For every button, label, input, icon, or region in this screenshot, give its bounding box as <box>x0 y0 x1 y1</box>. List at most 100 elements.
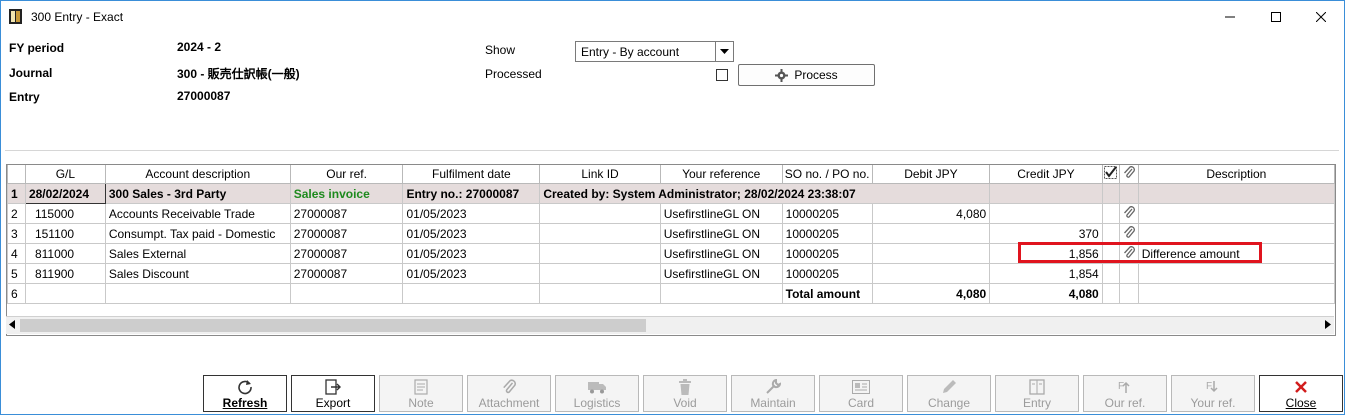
cell-fulfilment-date[interactable]: 01/05/2023 <box>402 223 541 244</box>
cell-link-id[interactable] <box>539 263 661 284</box>
cell-empty[interactable] <box>402 283 541 304</box>
col-header-gl[interactable]: G/L <box>24 165 106 184</box>
cell-our-ref[interactable]: 27000087 <box>289 243 404 264</box>
logistics-button[interactable]: Logistics <box>555 375 639 412</box>
cell-empty[interactable] <box>659 283 783 304</box>
export-button[interactable]: Export <box>291 375 375 412</box>
entry-button[interactable]: Entry <box>995 375 1079 412</box>
maximize-button[interactable] <box>1253 1 1299 32</box>
col-header-so-po-no[interactable]: SO no. / PO no. <box>781 165 873 184</box>
cell-attachment[interactable] <box>1118 223 1139 244</box>
cell-so-po-no[interactable]: 10000205 <box>781 223 873 244</box>
cell-your-reference[interactable]: UsefirstlineGL ON <box>659 263 783 284</box>
cell-empty[interactable] <box>539 283 661 304</box>
minimize-button[interactable] <box>1207 1 1253 32</box>
cell-description[interactable] <box>1137 223 1336 244</box>
cell-check[interactable] <box>1101 223 1120 244</box>
cell-date[interactable]: 28/02/2024 <box>24 183 106 204</box>
col-header-attachment[interactable] <box>1118 165 1139 184</box>
col-header-account-description[interactable]: Account description <box>104 165 291 184</box>
cell-so-po-no[interactable]: 10000205 <box>781 203 873 224</box>
cell-debit[interactable] <box>871 243 991 264</box>
col-header-description[interactable]: Description <box>1137 165 1336 184</box>
attachment-button[interactable]: Attachment <box>467 375 551 412</box>
close-button[interactable]: Close <box>1259 375 1343 412</box>
scroll-right-icon[interactable] <box>1325 320 1331 329</box>
processed-checkbox[interactable] <box>716 69 728 81</box>
cell-empty[interactable] <box>1101 283 1120 304</box>
cell-so-po-no[interactable]: 10000205 <box>781 263 873 284</box>
cell-credit[interactable]: 370 <box>989 223 1103 244</box>
cell-link-id[interactable] <box>539 203 661 224</box>
cell-journal-desc[interactable]: 300 Sales - 3rd Party <box>104 183 291 204</box>
chevron-down-icon[interactable] <box>715 42 733 61</box>
note-button[interactable]: Note <box>379 375 463 412</box>
refresh-button[interactable]: Refresh <box>203 375 287 412</box>
cell-attachment[interactable] <box>1118 203 1139 224</box>
cell-your-reference[interactable]: UsefirstlineGL ON <box>659 203 783 224</box>
cell-credit[interactable]: 1,854 <box>989 263 1103 284</box>
cell-your-reference[interactable]: UsefirstlineGL ON <box>659 243 783 264</box>
cell-attachment[interactable] <box>1118 263 1139 284</box>
cell-description[interactable] <box>1137 203 1336 224</box>
paperclip-icon[interactable] <box>1123 225 1135 239</box>
our-ref-button[interactable]: F Our ref. <box>1083 375 1167 412</box>
cell-credit[interactable] <box>989 203 1103 224</box>
cell-empty[interactable] <box>1118 283 1139 304</box>
col-header-credit[interactable]: Credit JPY <box>989 165 1103 184</box>
table-row-header[interactable]: 1 28/02/2024 300 Sales - 3rd Party Sales… <box>7 183 1336 204</box>
card-button[interactable]: Card <box>819 375 903 412</box>
cell-empty[interactable] <box>104 283 291 304</box>
cell-created-by[interactable]: Created by: System Administrator; 28/02/… <box>539 183 991 204</box>
cell-debit[interactable] <box>871 263 991 284</box>
cell-our-ref[interactable]: 27000087 <box>289 223 404 244</box>
col-header-your-reference[interactable]: Your reference <box>659 165 783 184</box>
cell-account-description[interactable]: Consumpt. Tax paid - Domestic <box>104 223 291 244</box>
scrollbar-thumb[interactable] <box>20 319 646 332</box>
cell-gl[interactable]: 151100 <box>24 223 106 244</box>
cell-gl[interactable]: 811000 <box>24 243 106 264</box>
cell-description[interactable] <box>1137 263 1336 284</box>
cell-so-po-no[interactable]: 10000205 <box>781 243 873 264</box>
col-header-check[interactable] <box>1101 165 1120 184</box>
cell-account-description[interactable]: Accounts Receivable Trade <box>104 203 291 224</box>
horizontal-scrollbar[interactable] <box>6 316 1334 334</box>
cell-our-ref[interactable]: 27000087 <box>289 263 404 284</box>
col-header-debit[interactable]: Debit JPY <box>871 165 991 184</box>
cell-empty[interactable] <box>24 283 106 304</box>
void-button[interactable]: Void <box>643 375 727 412</box>
cell-entry-no[interactable]: Entry no.: 27000087 <box>402 183 541 204</box>
cell-your-reference[interactable]: UsefirstlineGL ON <box>659 223 783 244</box>
cell-link-id[interactable] <box>539 223 661 244</box>
table-row-total[interactable]: 6 Total amount 4,080 4,080 <box>7 283 1336 304</box>
close-window-button[interactable] <box>1298 1 1344 32</box>
maintain-button[interactable]: Maintain <box>731 375 815 412</box>
cell-empty[interactable] <box>1137 283 1336 304</box>
paperclip-icon[interactable] <box>1123 205 1135 219</box>
cell-gl[interactable]: 115000 <box>24 203 106 224</box>
col-header-fulfilment-date[interactable]: Fulfilment date <box>402 165 541 184</box>
cell-account-description[interactable]: Sales Discount <box>104 263 291 284</box>
cell-check[interactable] <box>1101 263 1120 284</box>
cell-debit[interactable]: 4,080 <box>871 203 991 224</box>
col-header-our-ref[interactable]: Our ref. <box>289 165 404 184</box>
your-ref-button[interactable]: F Your ref. <box>1171 375 1255 412</box>
process-button[interactable]: Process <box>738 64 875 86</box>
cell-link-id[interactable] <box>539 243 661 264</box>
cell-fulfilment-date[interactable]: 01/05/2023 <box>402 263 541 284</box>
cell-check[interactable] <box>1101 203 1120 224</box>
table-row[interactable]: 5 811900 Sales Discount 27000087 01/05/2… <box>7 263 1336 284</box>
cell-sales-invoice[interactable]: Sales invoice <box>289 183 404 204</box>
cell-our-ref[interactable]: 27000087 <box>289 203 404 224</box>
cell-debit[interactable] <box>871 223 991 244</box>
table-row[interactable]: 2 115000 Accounts Receivable Trade 27000… <box>7 203 1336 224</box>
cell-gl[interactable]: 811900 <box>24 263 106 284</box>
change-button[interactable]: Change <box>907 375 991 412</box>
cell-empty[interactable] <box>289 283 404 304</box>
cell-fulfilment-date[interactable]: 01/05/2023 <box>402 203 541 224</box>
scroll-left-icon[interactable] <box>9 320 15 329</box>
show-select[interactable]: Entry - By account <box>575 41 734 62</box>
col-header-link-id[interactable]: Link ID <box>539 165 661 184</box>
table-row[interactable]: 3 151100 Consumpt. Tax paid - Domestic 2… <box>7 223 1336 244</box>
cell-account-description[interactable]: Sales External <box>104 243 291 264</box>
